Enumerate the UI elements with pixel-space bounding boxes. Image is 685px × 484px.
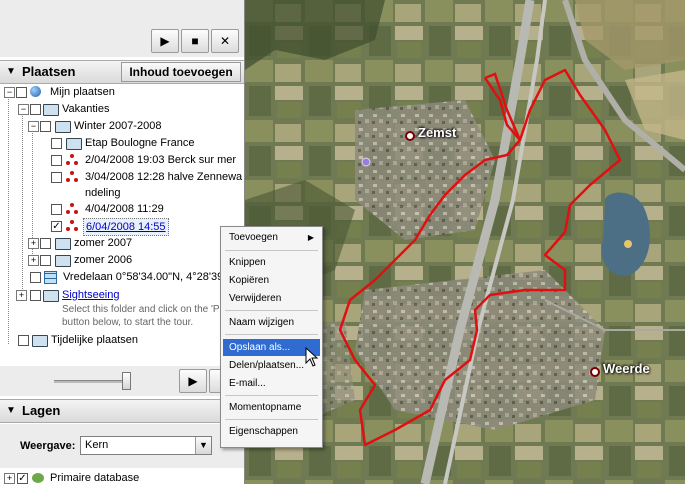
slider-thumb[interactable] bbox=[122, 372, 131, 390]
collapse-arrow-icon[interactable]: ▼ bbox=[6, 66, 16, 77]
path-icon bbox=[66, 171, 79, 183]
places-tree: − Mijn plaatsen − Vakanties − Winter 200… bbox=[0, 84, 244, 366]
menu-item-cut[interactable]: Knippen bbox=[223, 254, 320, 271]
path-icon bbox=[66, 154, 79, 166]
submenu-arrow-icon: ▶ bbox=[307, 233, 314, 242]
close-button[interactable]: ✕ bbox=[211, 29, 239, 53]
context-menu: Toevoegen ▶ Knippen Kopiëren Verwijderen… bbox=[220, 226, 323, 448]
zemst-marker-icon[interactable] bbox=[405, 131, 415, 141]
play-button[interactable]: ▶ bbox=[151, 29, 179, 53]
tour-toolbar: ▶ ■ ✕ bbox=[0, 0, 244, 57]
menu-item-properties[interactable]: Eigenschappen bbox=[223, 423, 320, 440]
menu-item-add[interactable]: Toevoegen ▶ bbox=[223, 229, 320, 246]
folder-open-icon bbox=[55, 121, 71, 133]
slider-track[interactable] bbox=[54, 380, 128, 383]
places-title: Plaatsen bbox=[22, 64, 76, 79]
places-header[interactable]: ▼ Plaatsen Inhoud toevoegen bbox=[0, 60, 244, 84]
map-label-zemst: Zemst bbox=[418, 125, 457, 140]
folder-icon bbox=[32, 335, 48, 347]
folder-icon bbox=[66, 138, 82, 150]
weerde-marker-icon[interactable] bbox=[590, 367, 600, 377]
folder-icon bbox=[43, 290, 59, 302]
globe-icon bbox=[30, 86, 41, 97]
folder-open-icon bbox=[43, 104, 59, 116]
folder-icon bbox=[55, 255, 71, 267]
stop-button[interactable]: ■ bbox=[181, 29, 209, 53]
view-row: Weergave: Kern ▼ bbox=[0, 424, 244, 468]
folder-icon bbox=[55, 238, 71, 250]
sightseeing-note: Select this folder and click on the 'P b… bbox=[62, 304, 220, 328]
menu-item-snapshot[interactable]: Momentopname bbox=[223, 399, 320, 416]
chevron-down-icon[interactable]: ▼ bbox=[195, 437, 211, 454]
collapse-arrow-icon[interactable]: ▼ bbox=[6, 405, 16, 416]
layers-header[interactable]: ▼ Lagen bbox=[0, 399, 244, 423]
path-icon bbox=[66, 203, 79, 215]
playback-toolbar: ▶ ■ bbox=[0, 366, 244, 396]
checked-checkbox[interactable]: ✓ bbox=[51, 221, 62, 232]
layers-title: Lagen bbox=[22, 403, 61, 418]
tour-play-button[interactable]: ▶ bbox=[179, 369, 207, 393]
menu-item-copy[interactable]: Kopiëren bbox=[223, 272, 320, 289]
database-icon bbox=[32, 473, 44, 483]
placemark-icon[interactable] bbox=[361, 157, 371, 167]
menu-item-rename[interactable]: Naam wijzigen bbox=[223, 314, 320, 331]
map-label-weerde: Weerde bbox=[603, 361, 650, 376]
path-icon bbox=[66, 220, 79, 232]
sidebar: ▶ ■ ✕ ▼ Plaatsen Inhoud toevoegen − Mijn… bbox=[0, 0, 245, 484]
placemark-grid-icon bbox=[44, 271, 57, 284]
menu-item-delete[interactable]: Verwijderen bbox=[223, 290, 320, 307]
view-label: Weergave: bbox=[20, 440, 76, 452]
menu-item-email[interactable]: E-mail... bbox=[223, 375, 320, 392]
view-select[interactable]: Kern ▼ bbox=[80, 436, 212, 455]
add-content-button[interactable]: Inhoud toevoegen bbox=[121, 62, 241, 82]
mouse-cursor-icon bbox=[305, 347, 319, 367]
